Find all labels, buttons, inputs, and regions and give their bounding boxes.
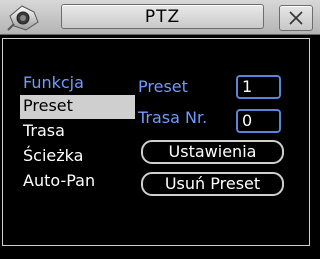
settings-button[interactable]: Ustawienia [141,140,284,164]
delete-preset-button[interactable]: Usuń Preset [141,172,284,196]
menu-item-sciezka[interactable]: Ścieżka [20,145,135,169]
menu-item-preset[interactable]: Preset [20,95,135,119]
close-icon [289,11,303,25]
camera-logo-icon [7,5,39,31]
trasa-label: Trasa Nr. [138,108,208,127]
ptz-dialog: PTZ Funkcja Preset Trasa Ścieżka Auto-Pa… [0,0,320,259]
menu-header: Funkcja [23,73,84,92]
content-panel: Funkcja Preset Trasa Ścieżka Auto-Pan Pr… [2,38,310,246]
preset-label: Preset [138,77,188,96]
title-bar: PTZ [0,0,320,35]
title-box: PTZ [61,4,264,29]
close-button[interactable] [279,5,313,31]
menu-item-trasa[interactable]: Trasa [20,120,135,144]
trasa-input[interactable]: 0 [236,109,281,133]
window-title: PTZ [144,7,181,27]
preset-input[interactable]: 1 [236,75,281,99]
menu-item-auto-pan[interactable]: Auto-Pan [20,170,135,194]
